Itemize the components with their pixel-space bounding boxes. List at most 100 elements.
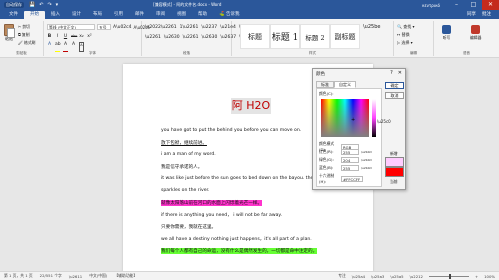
- zoom-level[interactable]: 100%: [484, 274, 495, 279]
- green-spinner-icon[interactable]: \u2b0d: [361, 158, 372, 162]
- share-button[interactable]: 同享: [467, 11, 476, 19]
- redo-icon[interactable]: ↷: [47, 0, 51, 10]
- strikethrough-button[interactable]: abc: [71, 34, 77, 39]
- hex-input[interactable]: #FFCCFF: [341, 175, 363, 182]
- style-heading-2[interactable]: 标题 2: [300, 24, 330, 49]
- zoom-in-icon[interactable]: +: [475, 274, 478, 279]
- close-button[interactable]: ✕: [482, 0, 499, 10]
- doc-line-6[interactable]: sparkles on the river.: [161, 188, 209, 193]
- help-button[interactable]: ?: [390, 70, 393, 76]
- font-size-select[interactable]: 五号: [97, 24, 111, 30]
- zoom-thumb[interactable]: [448, 273, 451, 279]
- bullets-icon[interactable]: \u2022\u2261: [145, 25, 177, 30]
- word-count[interactable]: 22/551 个字: [40, 273, 62, 279]
- doc-line-10[interactable]: we all have a destiny nothing just happe…: [161, 236, 312, 242]
- save-icon[interactable]: 💾: [29, 0, 35, 10]
- find-button[interactable]: 🔍 查找 ▾: [397, 24, 415, 30]
- focus-mode-button[interactable]: 专注: [338, 273, 346, 279]
- tab-custom[interactable]: 自定义: [334, 81, 356, 88]
- styles-more-icon[interactable]: \u25be: [363, 24, 380, 49]
- replace-button[interactable]: ↔ 替换: [397, 32, 415, 38]
- minimize-button[interactable]: –: [448, 0, 465, 10]
- numbering-icon[interactable]: 1\u2261: [180, 25, 199, 30]
- paragraph-group: \u2022\u2261 1\u2261 \u2237 \u21e4 \u21e…: [142, 21, 311, 56]
- blue-spinner-icon[interactable]: \u2b0d: [361, 166, 372, 170]
- print-layout-icon[interactable]: \u25a3: [371, 274, 384, 279]
- autosave-toggle[interactable]: 自动保存: [4, 2, 24, 8]
- zoom-slider[interactable]: [428, 273, 469, 279]
- doc-line-7[interactable]: 就像太阳落山前在河口的水面上闪烁着光芒一样。: [161, 200, 263, 206]
- blue-input[interactable]: 255: [341, 165, 359, 171]
- bold-button[interactable]: B: [47, 34, 52, 39]
- underline-button[interactable]: U: [63, 34, 68, 39]
- page-count[interactable]: 第 1 页，共 1 页: [4, 273, 33, 279]
- italic-button[interactable]: I: [55, 34, 60, 39]
- align-center-icon[interactable]: \u2630: [164, 35, 180, 40]
- zoom-out-icon[interactable]: \u2212: [410, 274, 423, 279]
- green-row: 绿色(G): 204 \u2b0d: [319, 157, 372, 163]
- tab-layout[interactable]: 布局: [87, 11, 108, 19]
- hex-label: 十六进制(H):: [319, 173, 335, 184]
- multilevel-list-icon[interactable]: \u2237: [201, 25, 217, 30]
- tab-standard[interactable]: 标准: [316, 81, 334, 88]
- copy-button[interactable]: ⧉ 复制: [18, 32, 35, 38]
- luminance-arrow-icon[interactable]: \u25c0: [377, 119, 391, 124]
- user-name[interactable]: κεντρικό: [422, 3, 440, 8]
- tab-view[interactable]: 视图: [171, 11, 192, 19]
- red-spinner-icon[interactable]: \u2b0d: [361, 150, 372, 154]
- luminance-slider[interactable]: [372, 99, 376, 137]
- subscript-button[interactable]: x₂: [79, 34, 84, 39]
- grow-font-icon[interactable]: A\u02c4: [113, 25, 132, 30]
- clipboard-group-label: 剪贴板: [16, 51, 27, 55]
- format-painter-button[interactable]: 🖌 格式刷: [18, 40, 35, 46]
- ok-button[interactable]: 确定: [385, 82, 404, 89]
- font-name-select[interactable]: 等线 (中文正文): [47, 24, 95, 30]
- cut-button[interactable]: ✂ 剪切: [18, 24, 35, 30]
- align-right-icon[interactable]: \u2261: [183, 35, 199, 40]
- maximize-button[interactable]: □: [465, 0, 482, 10]
- undo-icon[interactable]: ↶: [39, 0, 43, 10]
- style-subtitle[interactable]: 副标题: [330, 24, 360, 49]
- doc-line-4[interactable]: 我是信守承诺的人。: [161, 164, 202, 170]
- align-left-icon[interactable]: \u2261: [145, 35, 161, 40]
- doc-line-5[interactable]: it was like just before the sun goes to …: [161, 176, 318, 181]
- language-indicator[interactable]: 中文(中国): [89, 273, 107, 279]
- tab-review[interactable]: 审阅: [150, 11, 171, 19]
- doc-line-9[interactable]: 只要你需要，我就在这里。: [161, 224, 216, 230]
- superscript-button[interactable]: x²: [87, 34, 92, 39]
- doc-line-2[interactable]: 放下包袱，继续前进。: [161, 140, 207, 146]
- web-layout-icon[interactable]: \u25a5: [390, 274, 403, 279]
- cancel-button[interactable]: 取消: [385, 92, 404, 99]
- tab-design[interactable]: 设计: [66, 11, 87, 19]
- document-heading[interactable]: 阿 H2O: [231, 98, 271, 114]
- comments-button[interactable]: 批注: [482, 11, 491, 19]
- accessibility-indicator[interactable]: 【辅助功能】: [114, 273, 137, 279]
- editor-button[interactable]: 编辑器: [470, 25, 481, 41]
- doc-line-11[interactable]: 我们每个人都有自己的命运，没有什么是偶然发生的，一切都是命中注定的。: [161, 248, 318, 254]
- color-spectrum[interactable]: +: [321, 99, 369, 137]
- tab-references[interactable]: 引用: [108, 11, 129, 19]
- tab-insert[interactable]: 插入: [45, 11, 66, 19]
- crosshair-icon: +: [351, 117, 356, 123]
- green-input[interactable]: 204: [341, 157, 359, 163]
- doc-line-1[interactable]: you have got to put the behind you befor…: [161, 128, 301, 133]
- tab-help[interactable]: 帮助: [192, 11, 213, 19]
- proofing-icon[interactable]: \u2611: [69, 274, 82, 279]
- doc-line-8[interactable]: if there is anything you need， i will no…: [161, 212, 282, 218]
- justify-icon[interactable]: \u2630: [201, 35, 217, 40]
- dialog-close-button[interactable]: ✕: [398, 70, 402, 76]
- dictate-button[interactable]: 听写: [442, 25, 451, 41]
- style-heading-1[interactable]: 标题 1: [270, 24, 300, 49]
- doc-line-3[interactable]: i am a man of my word.: [161, 152, 216, 157]
- red-input[interactable]: 255: [341, 149, 359, 155]
- read-mode-icon[interactable]: \u25a4: [352, 274, 365, 279]
- tell-me-search[interactable]: ⛳ 告诉我: [213, 11, 246, 19]
- customize-qat-icon[interactable]: ▾: [56, 0, 59, 10]
- select-button[interactable]: ▷ 选择 ▾: [397, 40, 415, 46]
- paste-button[interactable]: 粘贴: [3, 24, 15, 42]
- tab-home[interactable]: 开始: [24, 11, 45, 19]
- tab-mailings[interactable]: 邮件: [129, 11, 150, 19]
- style-heading[interactable]: 标题: [240, 24, 270, 49]
- document-area[interactable]: 阿 H2O you have got to put the behind you…: [0, 58, 499, 274]
- tab-file[interactable]: 文件: [3, 11, 24, 19]
